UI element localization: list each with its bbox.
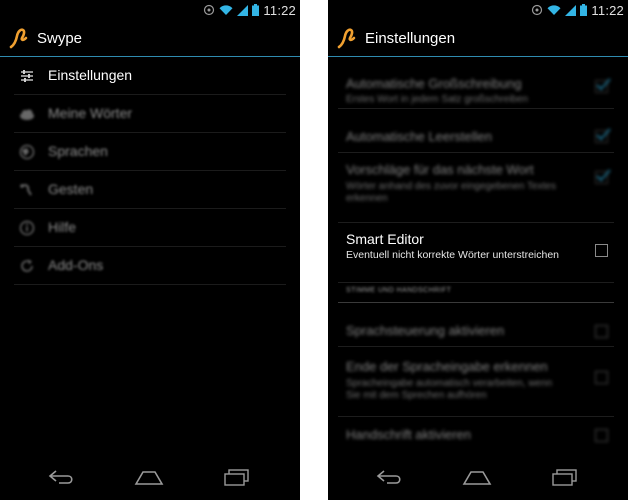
navigation-bar <box>0 454 300 500</box>
setting-description: Erstes Wort in jedem Satz großschreiben <box>346 94 529 105</box>
recent-apps-icon[interactable] <box>222 467 252 487</box>
setting-title: Automatische Leerstellen <box>346 129 492 144</box>
menu-item-label: Hilfe <box>48 219 77 235</box>
checkbox[interactable] <box>595 128 611 143</box>
back-icon[interactable] <box>375 467 405 487</box>
checkbox[interactable] <box>595 429 608 442</box>
checkbox[interactable] <box>595 325 608 338</box>
back-icon[interactable] <box>47 467 77 487</box>
setting-handwriting[interactable]: Handschrift aktivieren <box>338 417 614 459</box>
menu-item-label: Meine Wörter <box>48 105 133 121</box>
swype-menu-list: Einstellungen Meine Wörter Sprachen Gest… <box>0 57 300 285</box>
wifi-icon <box>219 4 233 15</box>
status-bar: 11:22 <box>328 0 628 20</box>
menu-item-sprachen[interactable]: Sprachen <box>14 133 286 171</box>
battery-icon <box>580 4 588 16</box>
status-time: 11:22 <box>591 2 624 18</box>
home-icon[interactable] <box>462 467 492 487</box>
battery-icon <box>252 4 260 16</box>
navigation-bar <box>328 454 628 500</box>
menu-item-hilfe[interactable]: Hilfe <box>14 209 286 247</box>
menu-item-label: Add-Ons <box>48 257 104 273</box>
setting-auto-capitalization[interactable]: Automatische Großschreibung Erstes Wort … <box>338 57 614 109</box>
checkbox[interactable] <box>595 371 608 384</box>
checkbox[interactable] <box>595 169 611 184</box>
app-title: Swype <box>37 30 83 47</box>
setting-voice-control[interactable]: Sprachsteuerung aktivieren <box>338 303 614 347</box>
help-icon <box>19 220 35 236</box>
checkbox[interactable] <box>595 78 611 93</box>
settings-list: Automatische Großschreibung Erstes Wort … <box>328 57 628 459</box>
setting-description: Eventuell nicht korrekte Wörter unterstr… <box>346 249 560 261</box>
globe-icon <box>19 144 35 160</box>
section-header-label: STIMME UND HANDSCHRIFT <box>346 287 452 294</box>
action-bar: Einstellungen <box>328 20 628 57</box>
setting-title: Handschrift aktivieren <box>346 427 471 442</box>
action-bar: Swype <box>0 20 300 57</box>
menu-item-label: Sprachen <box>48 143 108 159</box>
swype-logo-icon[interactable] <box>337 27 357 49</box>
setting-smart-editor[interactable]: Smart Editor Eventuell nicht korrekte Wö… <box>338 223 614 283</box>
swype-logo-icon[interactable] <box>9 27 29 49</box>
sync-icon <box>204 4 215 16</box>
setting-title: Ende der Spracheingabe erkennen <box>346 359 548 374</box>
recent-apps-icon[interactable] <box>550 467 580 487</box>
sync-icon <box>532 4 543 16</box>
status-bar: 11:22 <box>0 0 300 20</box>
cloud-icon <box>20 109 34 120</box>
setting-title: Smart Editor <box>346 231 424 247</box>
sliders-icon <box>21 70 33 82</box>
setting-title: Sprachsteuerung aktivieren <box>346 323 505 338</box>
setting-auto-spacing[interactable]: Automatische Leerstellen <box>338 109 614 153</box>
wifi-icon <box>547 4 561 15</box>
signal-icon <box>565 4 577 16</box>
signal-icon <box>237 4 249 16</box>
status-time: 11:22 <box>263 2 296 18</box>
setting-title: Vorschläge für das nächste Wort <box>346 162 534 177</box>
setting-description: Wörter anhand des zuvor eingegebenen Tex… <box>346 181 556 204</box>
section-header: STIMME UND HANDSCHRIFT <box>338 283 614 303</box>
setting-detect-end-of-speech[interactable]: Ende der Spracheingabe erkennen Sprachei… <box>338 347 614 417</box>
menu-item-add-ons[interactable]: Add-Ons <box>14 247 286 285</box>
menu-item-gesten[interactable]: Gesten <box>14 171 286 209</box>
settings-screen: 11:22 Einstellungen Automatische Großsch… <box>328 0 628 500</box>
menu-item-meine-woerter[interactable]: Meine Wörter <box>14 95 286 133</box>
swype-menu-screen: 11:22 Swype Einstellungen Meine Wörter S… <box>0 0 300 500</box>
menu-item-label: Gesten <box>48 181 94 197</box>
screen-title: Einstellungen <box>365 30 456 47</box>
gesture-icon <box>20 184 32 196</box>
menu-item-einstellungen[interactable]: Einstellungen <box>14 57 286 95</box>
setting-next-word-prediction[interactable]: Vorschläge für das nächste Wort Wörter a… <box>338 153 614 223</box>
setting-description: Spracheingabe automatisch verarbeiten, w… <box>346 378 553 401</box>
menu-item-label: Einstellungen <box>48 67 133 83</box>
checkbox[interactable] <box>595 244 608 257</box>
home-icon[interactable] <box>134 467 164 487</box>
setting-title: Automatische Großschreibung <box>346 76 522 91</box>
refresh-icon <box>21 259 33 272</box>
